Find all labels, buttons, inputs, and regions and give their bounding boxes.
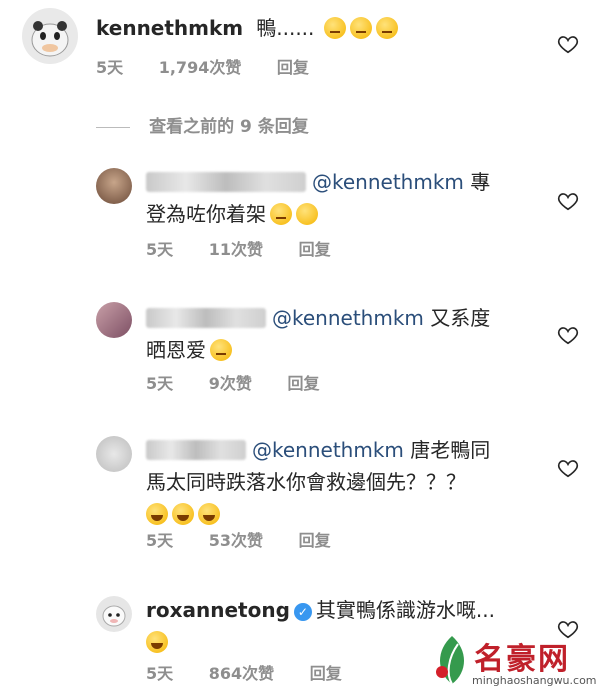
watermark-brand: 名豪网 — [474, 642, 570, 677]
like-count[interactable]: 864次赞 — [209, 664, 274, 683]
relieved-emoji-icon — [296, 203, 318, 225]
comment-text: 馬太同時跌落水你會救邊個先？？？ — [146, 470, 466, 494]
avatar[interactable] — [96, 168, 132, 204]
comment-time: 5天 — [96, 58, 124, 77]
like-count[interactable]: 1,794次赞 — [159, 58, 242, 77]
grin-emoji-icon — [375, 17, 398, 39]
leaf-logo-icon — [436, 636, 464, 685]
smirk-emoji-icon — [270, 203, 292, 225]
comment-text: 鴨...... — [256, 16, 315, 40]
comment-text: 唐老鴨同 — [410, 438, 491, 462]
blurred-username — [146, 172, 306, 192]
like-count[interactable]: 11次赞 — [209, 240, 263, 259]
avatar[interactable] — [96, 596, 132, 632]
reply-button[interactable]: 回复 — [287, 374, 319, 393]
reply-button[interactable]: 回复 — [277, 58, 309, 77]
comment-time: 5天 — [146, 240, 174, 259]
comment-text: 專 — [470, 170, 491, 194]
raised-eyebrow-emoji-icon — [210, 339, 232, 361]
heart-icon[interactable] — [557, 324, 579, 346]
heart-icon[interactable] — [557, 457, 579, 479]
comment-time: 5天 — [146, 664, 174, 683]
reply-button[interactable]: 回复 — [299, 531, 331, 550]
mention-link[interactable]: @kennethmkm — [252, 438, 404, 462]
tears-of-joy-emoji-icon — [172, 503, 194, 525]
rolling-laughing-emoji-icon — [146, 631, 168, 653]
heart-icon[interactable] — [557, 190, 579, 212]
divider-line — [96, 127, 130, 128]
grin-emoji-icon — [349, 17, 372, 39]
like-count[interactable]: 53次赞 — [209, 531, 263, 550]
tears-of-joy-emoji-icon — [198, 503, 220, 525]
avatar[interactable] — [96, 436, 132, 472]
view-previous-label[interactable]: 查看之前的 9 条回复 — [149, 117, 309, 137]
mention-link[interactable]: @kennethmkm — [312, 170, 464, 194]
comment-text: 晒恩爱 — [146, 338, 206, 362]
comment-text: 又系度 — [430, 306, 491, 330]
grin-emoji-icon — [323, 17, 346, 39]
blurred-username — [146, 308, 266, 328]
comment-username[interactable]: roxannetong — [146, 598, 290, 622]
comment-username[interactable]: kennethmkm — [96, 16, 243, 40]
view-previous-replies[interactable]: 查看之前的 9 条回复 — [96, 112, 309, 137]
watermark: 名豪网 minghaoshangwu.com — [432, 630, 597, 692]
reply-button[interactable]: 回复 — [299, 240, 331, 259]
comment-time: 5天 — [146, 531, 174, 550]
reply-button[interactable]: 回复 — [310, 664, 342, 683]
tears-of-joy-emoji-icon — [146, 503, 168, 525]
avatar[interactable] — [96, 302, 132, 338]
watermark-url: minghaoshangwu.com — [472, 674, 597, 687]
like-count[interactable]: 9次赞 — [209, 374, 252, 393]
comment-text: 登為咗你着架 — [146, 202, 266, 226]
avatar[interactable] — [22, 8, 78, 64]
comment-text: 其實鴨係識游水嘅... — [315, 598, 495, 622]
mention-link[interactable]: @kennethmkm — [272, 306, 424, 330]
blurred-username — [146, 440, 246, 460]
comment-time: 5天 — [146, 374, 174, 393]
verified-badge-icon: ✓ — [293, 603, 312, 621]
heart-icon[interactable] — [557, 33, 579, 55]
